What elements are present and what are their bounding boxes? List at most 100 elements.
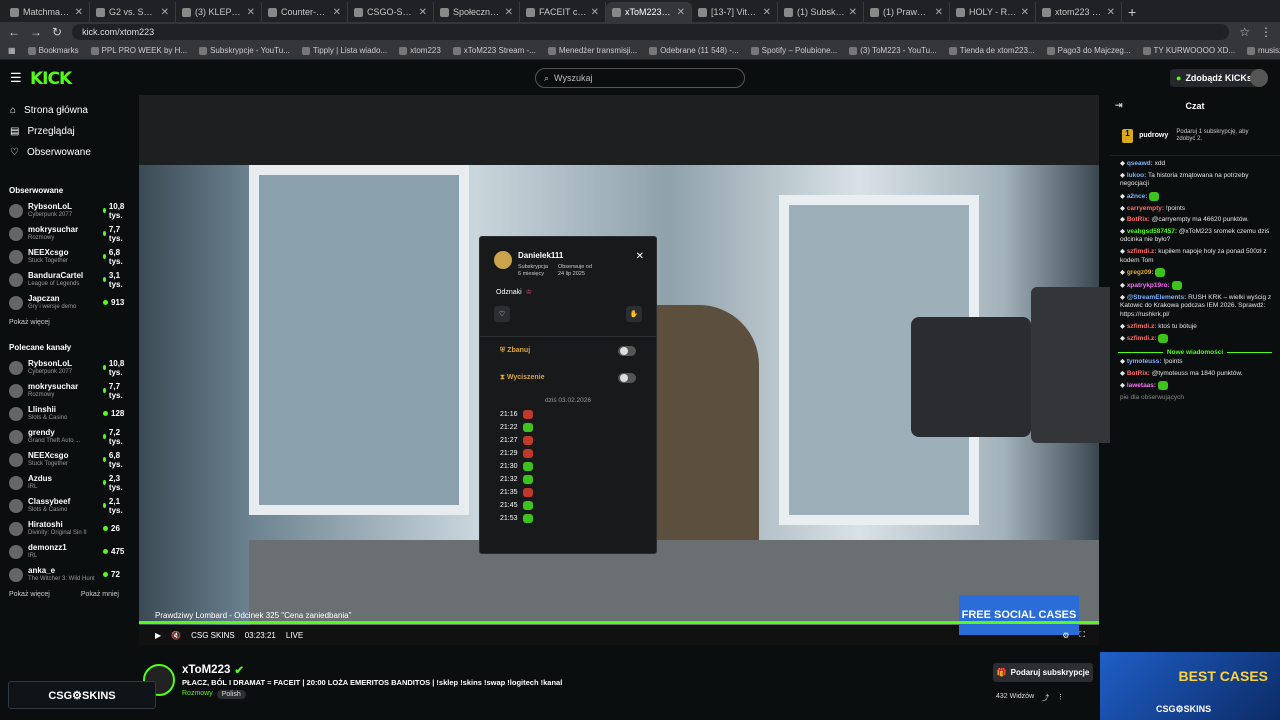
more-icon[interactable]: ⋮ <box>1057 693 1064 703</box>
search-input[interactable]: ⌕ Wyszukaj <box>535 68 745 88</box>
tab-close-icon[interactable]: ✕ <box>333 7 341 18</box>
settings-icon[interactable]: ⚙ <box>1062 631 1069 640</box>
sidebar-channel[interactable]: NEEXcsgo Stuck Together 6,8 tys. <box>0 245 128 268</box>
chat-username[interactable]: szfimdi.z: <box>1127 323 1157 330</box>
share-icon[interactable]: ⤴ <box>1042 693 1049 703</box>
tab-close-icon[interactable]: ✕ <box>935 7 943 18</box>
category-link[interactable]: Rozmowy <box>182 690 213 699</box>
bookmark-item[interactable]: Tienda de xtom223... <box>948 46 1035 55</box>
browser-tab[interactable]: (1) Subskrypcje - Yo ✕ <box>778 2 864 22</box>
gift-sub-button[interactable]: 🎁 Podaruj subskrypcje <box>993 663 1093 682</box>
chat-username[interactable]: xpatrykp19ro: <box>1127 282 1170 289</box>
bookmark-item[interactable]: xtom223 <box>399 46 441 55</box>
browser-tab[interactable]: G2 vs. Spirit at IEM ✕ <box>90 2 176 22</box>
mod-action-button[interactable]: ✋ <box>626 306 642 322</box>
chat-username[interactable]: BotRix: <box>1127 216 1150 223</box>
nav-browse[interactable]: ▤ Przeglądaj <box>0 121 128 142</box>
bookmark-item[interactable]: Spotify – Polubione... <box>750 46 837 55</box>
hamburger-menu-icon[interactable]: ☰ <box>10 70 22 86</box>
sidebar-channel[interactable]: mokrysuchar Rozmowy 7,7 tys. <box>0 222 128 245</box>
sidebar-channel[interactable]: RybsonLoL Cyberpunk 2077 10,8 tys. <box>0 356 128 379</box>
chat-username[interactable]: @StreamElements: <box>1127 294 1186 301</box>
collapse-chat-icon[interactable]: ⇥ <box>1115 100 1123 111</box>
sidebar-channel[interactable]: Llinshii Slots & Casino 128 <box>0 402 128 425</box>
chat-username[interactable]: tymoteuss: <box>1127 358 1162 365</box>
nav-following[interactable]: ♡ Obserwowane <box>0 142 128 163</box>
tab-close-icon[interactable]: ✕ <box>505 7 513 18</box>
chat-username[interactable]: szfimdi.z: <box>1127 335 1157 342</box>
tab-close-icon[interactable]: ✕ <box>247 7 255 18</box>
mute-toggle[interactable] <box>618 372 636 383</box>
browser-tab[interactable]: HOLY - Rewolucja S ✕ <box>950 2 1036 22</box>
bookmark-item[interactable]: Tipply | Lista wiado... <box>301 46 387 55</box>
sidebar-channel[interactable]: RybsonLoL Cyberpunk 2077 10,8 tys. <box>0 199 128 222</box>
language-tag[interactable]: Polish <box>216 690 246 699</box>
tab-close-icon[interactable]: ✕ <box>849 7 857 18</box>
bookmark-item[interactable]: Bookmarks <box>27 46 79 55</box>
bookmark-item[interactable]: xToM223 Stream -... <box>452 46 536 55</box>
show-more-followed[interactable]: Pokaż więcej <box>0 314 128 332</box>
streamer-name[interactable]: xToM223 <box>182 664 230 676</box>
kick-logo[interactable]: KICK <box>30 69 72 89</box>
get-kicks-button[interactable]: ● Zdobądź KICKs <box>1170 69 1258 87</box>
sidebar-channel[interactable]: Japczan Gry i wersje demo 913 <box>0 291 128 314</box>
tab-close-icon[interactable]: ✕ <box>161 7 169 18</box>
chat-username[interactable]: a2nce: <box>1127 193 1148 200</box>
chat-username[interactable]: carryempty: <box>1127 205 1164 212</box>
apps-icon[interactable]: ▦ <box>8 46 16 55</box>
browser-tab[interactable]: [13-7] Vitality vs. Au ✕ <box>692 2 778 22</box>
browser-tab[interactable]: xtom223 Shop | The ✕ <box>1036 2 1122 22</box>
bookmark-item[interactable]: Subskrypcje - YouTu... <box>199 46 290 55</box>
browser-tab[interactable]: Matchmaking - Euro ✕ <box>4 2 90 22</box>
bookmark-item[interactable]: TY KURWOOOO XD... <box>1142 46 1235 55</box>
browser-tab[interactable]: Counter-Strike Resu ✕ <box>262 2 348 22</box>
tab-close-icon[interactable]: ✕ <box>1107 7 1115 18</box>
close-icon[interactable]: ✕ <box>636 251 644 262</box>
url-field[interactable]: kick.com/xtom223 <box>72 24 1230 40</box>
chat-username[interactable]: qseawd: <box>1127 160 1153 167</box>
back-icon[interactable]: ← <box>8 25 20 39</box>
browser-tab[interactable]: Społeczność Steam ✕ <box>434 2 520 22</box>
chat-username[interactable]: lukoo: <box>1127 172 1147 179</box>
sidebar-channel[interactable]: NEEXcsgo Stuck Together 6,8 tys. <box>0 448 128 471</box>
forward-icon[interactable]: → <box>30 25 42 39</box>
chat-username[interactable]: lawetaas: <box>1127 382 1156 389</box>
user-avatar[interactable] <box>1250 69 1268 87</box>
show-more-recommended[interactable]: Pokaż więcej <box>9 586 50 604</box>
sidebar-channel[interactable]: demonzz1 IRL 475 <box>0 540 128 563</box>
gift-sub-banner[interactable]: 1 pudrowy Podaruj 1 subskrypcję, aby zdo… <box>1110 116 1280 156</box>
star-icon[interactable]: ☆ <box>1239 25 1250 39</box>
bookmark-item[interactable]: Menedżer transmisji... <box>547 46 637 55</box>
browser-tab[interactable]: (1) Prawdziwy Lomb ✕ <box>864 2 950 22</box>
tab-close-icon[interactable]: ✕ <box>591 7 599 18</box>
browser-tab[interactable]: CSGO-SKINS.COM ✕ <box>348 2 434 22</box>
fullscreen-icon[interactable]: ⛶ <box>1079 630 1085 640</box>
browser-tab[interactable]: (3) KLEPSYDRA on X ✕ <box>176 2 262 22</box>
nav-home[interactable]: ⌂ Strona główna <box>0 100 128 121</box>
sidebar-channel[interactable]: grendy Grand Theft Auto ... 7,2 tys. <box>0 425 128 448</box>
browser-tab[interactable]: FACEIT competitive ✕ <box>520 2 606 22</box>
tab-close-icon[interactable]: ✕ <box>677 7 685 18</box>
bookmark-item[interactable]: musisz to zobaczyc... <box>1247 46 1280 55</box>
tab-close-icon[interactable]: ✕ <box>75 7 83 18</box>
bookmark-item[interactable]: PPL PRO WEEK by H... <box>90 46 187 55</box>
bookmark-item[interactable]: Pago3 do Majczeg... <box>1046 46 1131 55</box>
bookmark-item[interactable]: (3) ToM223 - YouTu... <box>849 46 937 55</box>
tab-close-icon[interactable]: ✕ <box>1021 7 1029 18</box>
chat-username[interactable]: gregz09: <box>1127 269 1154 276</box>
chat-username[interactable]: veahgsd587457: <box>1127 228 1177 235</box>
new-messages-divider[interactable]: Nowe wiadomości <box>1110 347 1280 358</box>
volume-icon[interactable]: 🔇 <box>171 631 181 640</box>
sidebar-channel[interactable]: Azdus IRL 2,3 tys. <box>0 471 128 494</box>
tab-close-icon[interactable]: ✕ <box>763 7 771 18</box>
bookmark-item[interactable]: Odebrane (11 548) -... <box>649 46 739 55</box>
reload-icon[interactable]: ↻ <box>52 25 62 39</box>
ban-toggle[interactable] <box>618 345 636 356</box>
sidebar-channel[interactable]: mokrysuchar Rozmowy 7,7 tys. <box>0 379 128 402</box>
tab-close-icon[interactable]: ✕ <box>419 7 427 18</box>
show-less-recommended[interactable]: Pokaż mniej <box>81 586 119 604</box>
chat-username[interactable]: szfimdi.z: <box>1127 248 1157 255</box>
new-tab-icon[interactable]: + <box>1122 2 1142 22</box>
sidebar-channel[interactable]: anka_e The Witcher 3: Wild Hunt 72 <box>0 563 128 586</box>
sidebar-channel[interactable]: BanduraCartel League of Legends 3,1 tys. <box>0 268 128 291</box>
